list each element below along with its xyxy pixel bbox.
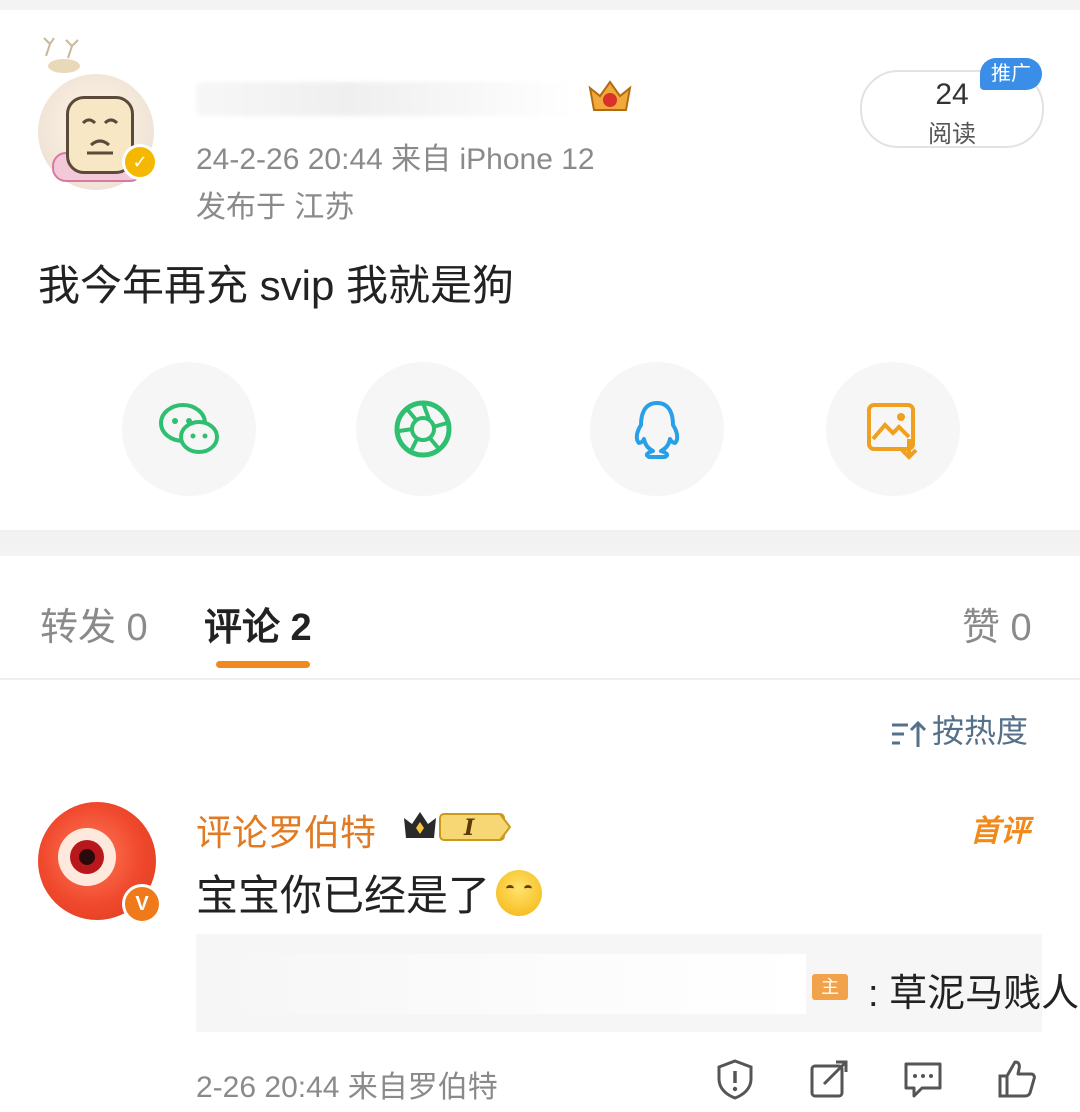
commenter-avatar[interactable]: V [38, 802, 162, 924]
top-divider [0, 0, 1080, 10]
comment-meta: 2-26 20:44 来自罗伯特 [196, 1071, 498, 1104]
sort-button[interactable]: 按热度 [890, 706, 1028, 752]
read-label: 阅读 [928, 121, 976, 148]
share-moments-button[interactable] [356, 362, 490, 496]
author-name-blurred[interactable] [196, 82, 576, 116]
qq-icon [634, 401, 680, 459]
tab-repost[interactable]: 转发 0 [40, 596, 148, 651]
comment-text-content: 宝宝你已经是了 [196, 872, 491, 919]
save-image-icon [867, 403, 918, 460]
author-avatar[interactable]: ✓ [38, 37, 158, 190]
wechat-icon [159, 403, 219, 454]
post-detail-page: ✓ 24-2-26 20:44 来自 iPhone 12 发布于 江苏 24 阅… [0, 0, 1080, 1112]
tab-comment[interactable]: 评论 2 [204, 596, 312, 651]
deer-decoration-icon [43, 37, 80, 73]
reply-comment-icon[interactable] [902, 1058, 944, 1100]
share-qq-button[interactable] [590, 362, 724, 496]
smile-emoji-icon [496, 870, 543, 916]
reply-text: : 草泥马贱人 [868, 973, 1080, 1015]
share-comment-icon[interactable] [808, 1058, 850, 1100]
report-shield-icon[interactable] [714, 1058, 756, 1100]
sort-label: 按热度 [932, 713, 1029, 749]
verified-orange-badge-icon: V [122, 884, 162, 924]
moments-icon [394, 400, 452, 458]
active-tab-indicator [216, 661, 310, 668]
avatar-pupil [79, 849, 95, 865]
member-level-badge-icon: I [404, 812, 512, 841]
save-image-button[interactable] [826, 362, 960, 496]
sort-icon [892, 720, 926, 747]
vip-crown-icon [588, 80, 632, 111]
share-wechat-button[interactable] [122, 362, 256, 496]
verified-badge-icon: ✓ [122, 144, 158, 180]
post-location: 发布于 江苏 [196, 191, 355, 224]
reply-author-label: 主 [812, 974, 848, 1000]
post-meta: 24-2-26 20:44 来自 iPhone 12 [196, 143, 595, 176]
member-level-text: I [463, 815, 475, 841]
first-comment-tag: 首评 [970, 815, 1030, 848]
tabs-divider [0, 678, 1080, 680]
promo-tag[interactable]: 推广 [980, 58, 1042, 90]
reply-preview[interactable]: 主 : 草泥马贱人 [196, 934, 1079, 1032]
post-text: 我今年再充 svip 我就是狗 [38, 262, 515, 309]
comment-text: 宝宝你已经是了 [196, 862, 543, 923]
like-thumb-icon[interactable] [996, 1058, 1038, 1100]
reply-author-blurred [206, 954, 806, 1014]
section-divider [0, 530, 1080, 556]
commenter-name[interactable]: 评论罗伯特 [196, 804, 376, 856]
tab-like[interactable]: 赞 0 [962, 596, 1032, 651]
